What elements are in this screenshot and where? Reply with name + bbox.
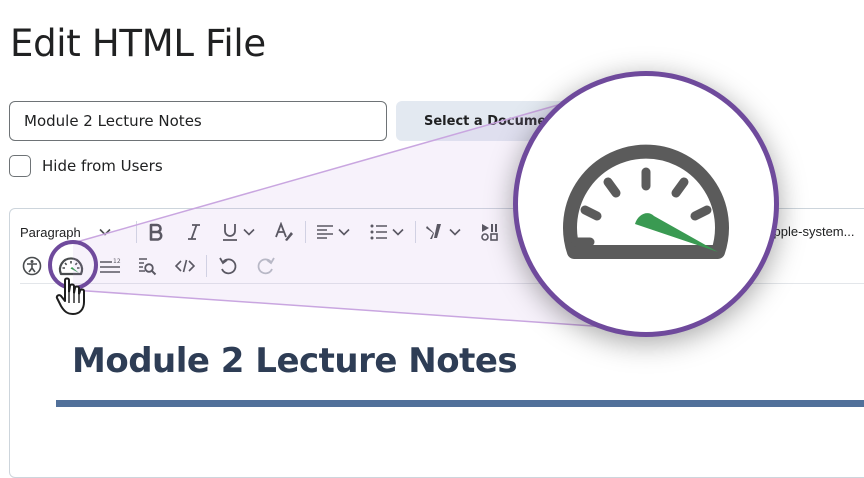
hide-from-users-label: Hide from Users — [42, 157, 163, 175]
hide-from-users-row[interactable]: Hide from Users — [9, 153, 163, 179]
hide-from-users-checkbox[interactable] — [9, 155, 31, 177]
title-input[interactable]: Module 2 Lecture Notes — [9, 101, 387, 141]
italic-button[interactable] — [182, 220, 206, 244]
media-icon — [481, 224, 498, 241]
zoom-callout — [513, 71, 779, 337]
chevron-down-icon — [99, 228, 111, 236]
underline-button[interactable] — [218, 220, 258, 244]
accessibility-checker-button[interactable] — [20, 254, 44, 278]
paragraph-format-select[interactable]: Paragraph — [20, 221, 111, 243]
source-code-icon — [175, 259, 195, 273]
bold-button[interactable] — [144, 220, 168, 244]
align-button[interactable] — [313, 220, 353, 244]
chevron-down-icon — [392, 228, 404, 236]
insert-stuff-button[interactable] — [423, 220, 463, 244]
bullet-list-icon — [370, 224, 387, 240]
speedometer-icon — [563, 144, 729, 259]
redo-icon — [257, 257, 275, 275]
undo-icon — [219, 257, 237, 275]
align-left-icon — [317, 225, 333, 239]
text-color-icon — [275, 222, 293, 241]
bold-icon — [149, 223, 163, 241]
text-color-button[interactable] — [272, 220, 296, 244]
find-replace-button[interactable] — [135, 254, 159, 278]
chevron-down-icon — [338, 228, 350, 236]
heading-underline — [56, 400, 864, 407]
toolbar-divider — [206, 255, 207, 277]
svg-text:123: 123 — [113, 258, 121, 265]
word-count-button[interactable]: 123 — [98, 254, 122, 278]
page-title: Edit HTML File — [10, 22, 266, 65]
undo-button[interactable] — [216, 254, 240, 278]
hand-cursor-icon — [55, 277, 85, 315]
chevron-down-icon — [243, 228, 255, 236]
list-button[interactable] — [367, 220, 407, 244]
media-button[interactable] — [478, 220, 502, 244]
underline-icon — [223, 224, 237, 241]
word-count-icon: 123 — [100, 258, 121, 273]
chevron-down-icon — [449, 228, 461, 236]
toolbar-divider — [305, 221, 306, 243]
content-heading: Module 2 Lecture Notes — [72, 341, 518, 381]
paragraph-format-label: Paragraph — [20, 224, 81, 240]
source-code-button[interactable] — [173, 254, 197, 278]
toolbar-divider — [415, 221, 416, 243]
redo-button[interactable] — [254, 254, 278, 278]
find-replace-icon — [139, 258, 157, 276]
accessibility-icon — [22, 256, 42, 276]
insert-stuff-icon — [426, 224, 441, 239]
italic-icon — [188, 224, 200, 240]
toolbar-divider — [136, 221, 137, 243]
